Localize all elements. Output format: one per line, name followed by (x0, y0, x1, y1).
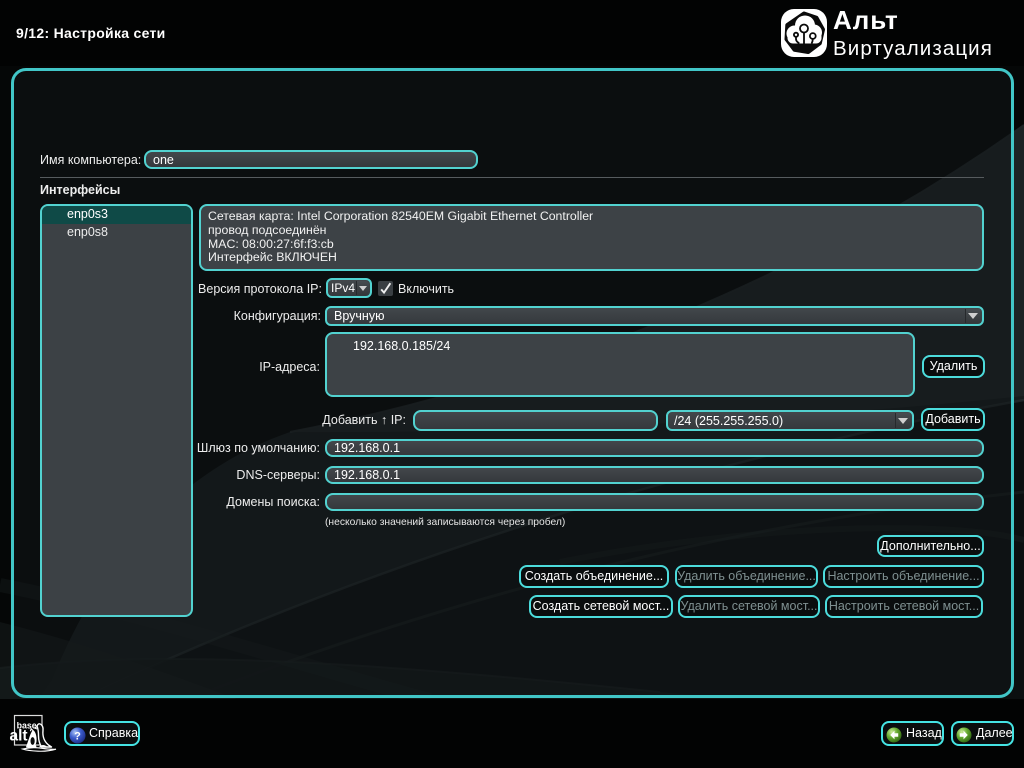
svg-text:?: ? (74, 730, 81, 742)
svg-text:alt: alt (10, 728, 28, 745)
